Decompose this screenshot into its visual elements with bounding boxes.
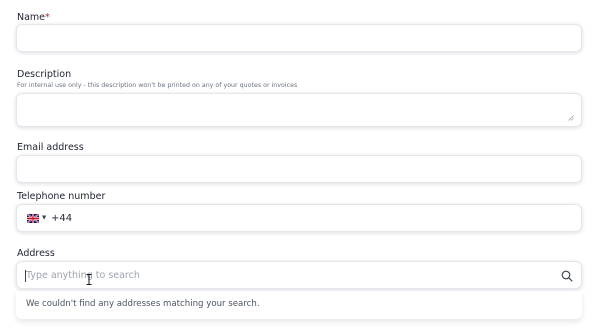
- resize-handle-icon[interactable]: [568, 115, 574, 121]
- mouse-ibeam-cursor-icon: [86, 274, 92, 285]
- telephone-label: Telephone number: [17, 191, 106, 202]
- description-hint: For internal use only - this description…: [17, 82, 298, 89]
- telephone-field-container: ▼ +44: [16, 204, 582, 232]
- address-search-input[interactable]: [17, 262, 547, 288]
- name-label: Name*: [17, 12, 50, 23]
- dial-code: +44: [51, 213, 73, 224]
- required-mark: *: [45, 12, 50, 23]
- telephone-input[interactable]: [77, 205, 567, 231]
- text-caret: [25, 270, 26, 282]
- no-results-message: We couldn't find any addresses matching …: [26, 299, 260, 309]
- address-field-container: [16, 261, 582, 289]
- email-field-container: [16, 155, 582, 183]
- country-selector[interactable]: ▼: [27, 214, 46, 223]
- description-textarea[interactable]: [17, 94, 581, 126]
- name-input[interactable]: [17, 25, 581, 51]
- name-field-container: [16, 24, 582, 52]
- address-results-dropdown: We couldn't find any addresses matching …: [16, 291, 582, 319]
- uk-flag-icon: [27, 214, 39, 223]
- description-label: Description: [17, 69, 72, 80]
- chevron-down-icon: ▼: [42, 214, 47, 221]
- name-label-text: Name: [17, 12, 46, 23]
- email-input[interactable]: [17, 156, 581, 182]
- address-label: Address: [17, 248, 55, 259]
- search-icon[interactable]: [561, 270, 573, 282]
- description-field-container: [16, 93, 582, 127]
- email-label: Email address: [17, 142, 84, 153]
